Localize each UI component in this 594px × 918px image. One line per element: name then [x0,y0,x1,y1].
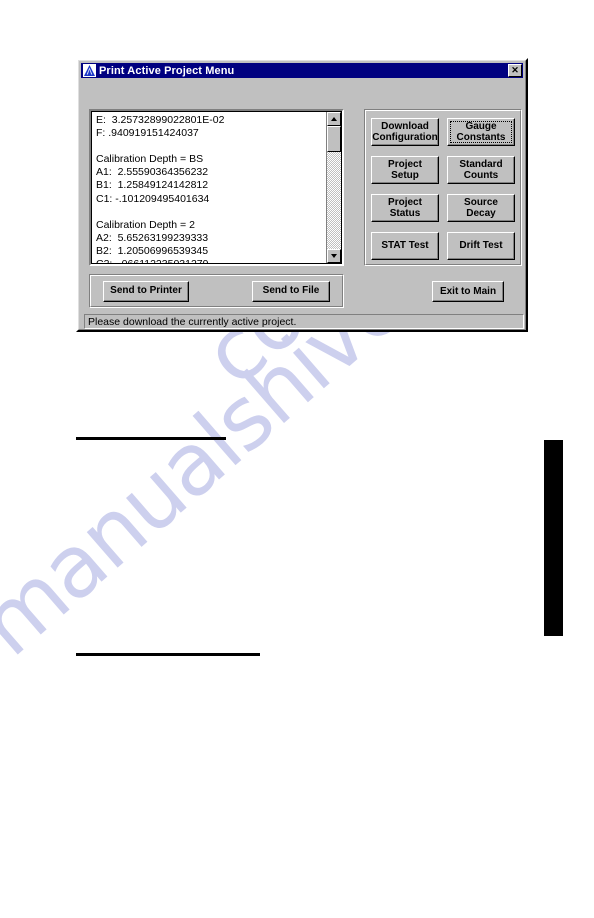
menu-button-group: Download Configuration Gauge Constants P… [364,109,522,266]
button-label: STAT Test [381,240,429,252]
page-watermark: manualshive [0,254,594,800]
window-title: Print Active Project Menu [99,64,235,77]
project-setup-button[interactable]: Project Setup [371,156,439,184]
page-rule-lower [76,653,260,656]
status-bar-message: Please download the currently active pro… [88,315,297,328]
button-label: Send to File [262,285,320,297]
output-action-group-inner: Send to Printer Send to File [90,275,343,307]
print-active-project-dialog: Print Active Project Menu ✕ E: 3.2573289… [76,58,528,332]
button-label: Project Setup [388,158,422,182]
standard-counts-button[interactable]: Standard Counts [447,156,515,184]
drift-test-button[interactable]: Drift Test [447,232,515,260]
stat-test-button[interactable]: STAT Test [371,232,439,260]
send-to-printer-button[interactable]: Send to Printer [103,280,189,302]
close-icon[interactable]: ✕ [508,64,522,77]
dialog-client-area: E: 3.25732899022801E-02 F: .940919151424… [81,78,524,329]
report-listbox-frame: E: 3.25732899022801E-02 F: .940919151424… [91,111,342,264]
scroll-up-icon[interactable] [327,112,341,126]
gauge-constants-button[interactable]: Gauge Constants [447,118,515,146]
report-vertical-scrollbar[interactable] [326,112,341,263]
button-label: Send to Printer [110,285,182,297]
button-label: Source Decay [464,196,498,220]
button-label: Standard Counts [459,158,503,182]
button-label: Project Status [388,196,422,220]
report-listbox[interactable]: E: 3.25732899022801E-02 F: .940919151424… [89,109,344,266]
source-decay-button[interactable]: Source Decay [447,194,515,222]
scroll-down-arrow-glyph [331,254,337,258]
scrollbar-track[interactable] [327,126,341,249]
report-text: E: 3.25732899022801E-02 F: .940919151424… [96,114,225,263]
button-label: Exit to Main [439,285,497,297]
scroll-down-icon[interactable] [327,249,341,263]
download-configuration-button[interactable]: Download Configuration [371,118,439,146]
send-to-file-button[interactable]: Send to File [252,280,330,302]
page-rule-upper [76,437,226,440]
button-label: Download Configuration [372,120,438,144]
scroll-up-arrow-glyph [331,117,337,121]
button-label: Gauge Constants [456,120,506,144]
menu-button-group-inner: Download Configuration Gauge Constants P… [365,110,521,265]
dialog-inner-frame: Print Active Project Menu ✕ E: 3.2573289… [78,60,526,330]
scrollbar-thumb[interactable] [327,126,341,152]
exit-to-main-button[interactable]: Exit to Main [432,281,504,302]
page-edge-marker [544,440,563,636]
output-action-group: Send to Printer Send to File [89,274,344,308]
title-bar: Print Active Project Menu ✕ [81,63,523,78]
status-bar: Please download the currently active pro… [84,314,524,329]
button-label: Drift Test [459,240,503,252]
mountain-logo-icon [83,64,96,77]
project-status-button[interactable]: Project Status [371,194,439,222]
